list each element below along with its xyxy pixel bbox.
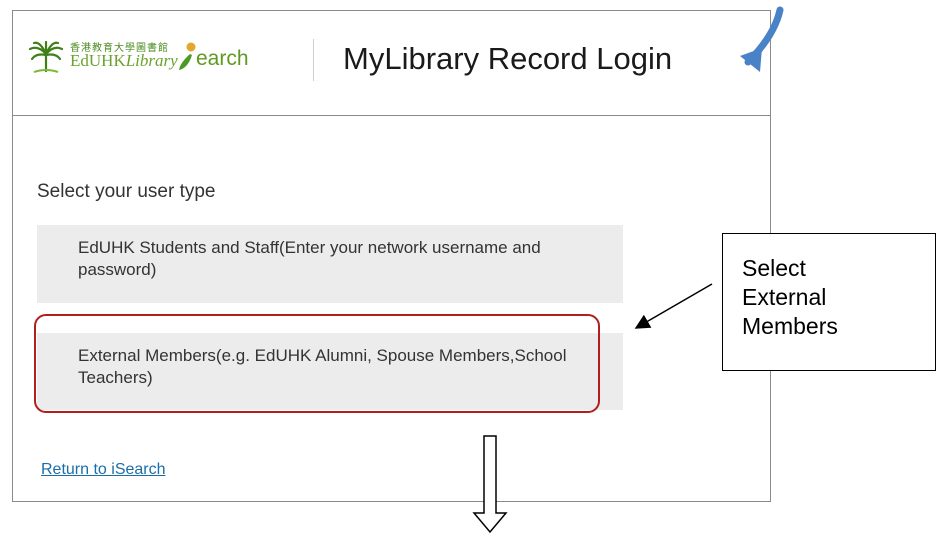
- annotation-overlay: [472, 6, 784, 534]
- pointer-arrow: [634, 283, 713, 329]
- down-arrow: [472, 435, 508, 534]
